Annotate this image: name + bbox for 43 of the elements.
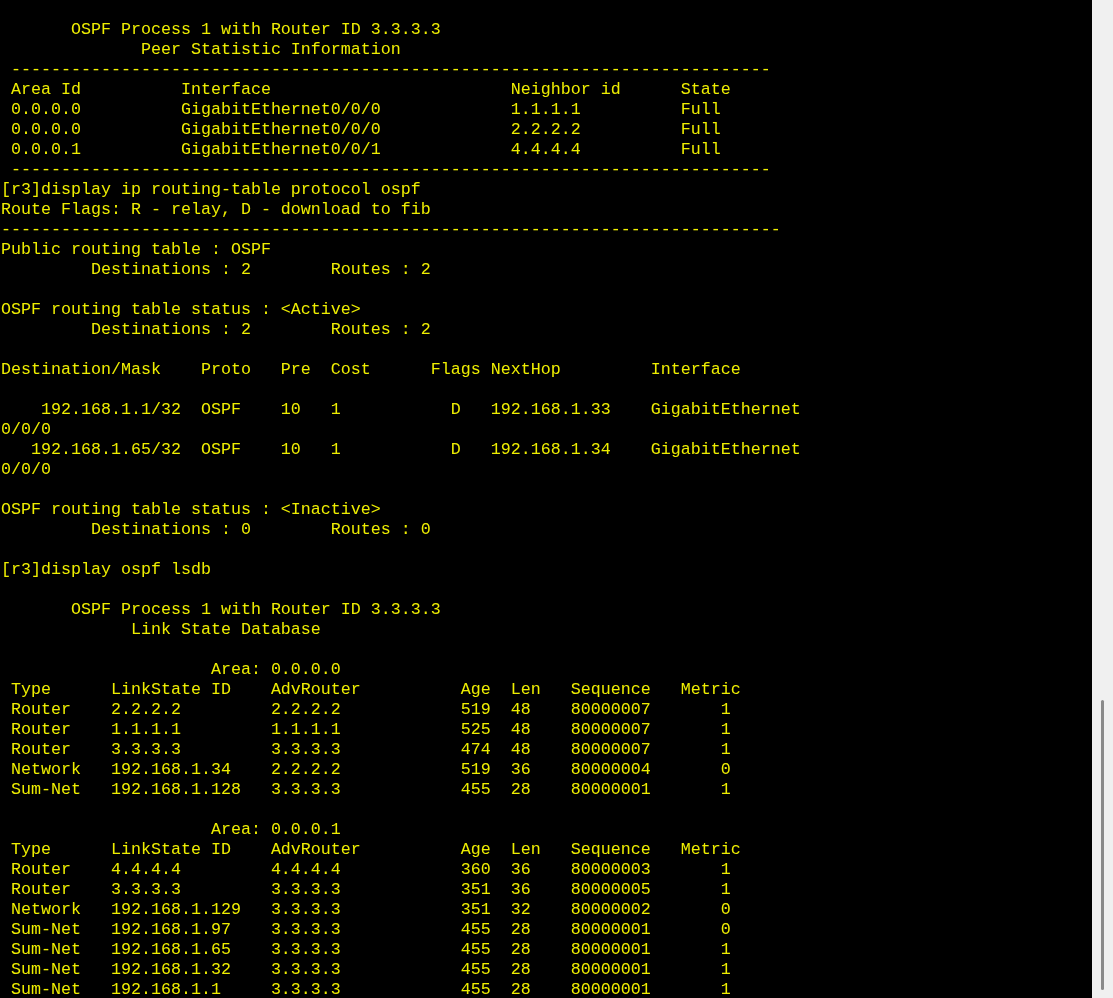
terminal-line: Network 192.168.1.34 2.2.2.2 519 36 80000004 0 bbox=[10, 760, 731, 780]
terminal-line: Destination/Mask Proto Pre Cost Flags NextHop Interface bbox=[1, 360, 741, 380]
terminal-line: Peer Statistic Information bbox=[139, 40, 401, 60]
terminal-line: OSPF routing table status : <Active> bbox=[1, 300, 361, 320]
terminal-line: Sum-Net 192.168.1.1 3.3.3.3 455 28 80000001 1 bbox=[10, 980, 731, 998]
terminal-line: Router 1.1.1.1 1.1.1.1 525 48 80000007 1 bbox=[10, 720, 731, 740]
terminal-line: Sum-Net 192.168.1.65 3.3.3.3 455 28 80000001 1 bbox=[10, 940, 731, 960]
terminal-line: 192.168.1.65/32 OSPF 10 1 D 192.168.1.34 GigabitEthernet bbox=[30, 440, 801, 460]
terminal-line: Router 2.2.2.2 2.2.2.2 519 48 80000007 1 bbox=[10, 700, 731, 720]
terminal-line: Router 3.3.3.3 3.3.3.3 474 48 80000007 1 bbox=[10, 740, 731, 760]
terminal-line: Destinations : 2 Routes : 2 bbox=[89, 260, 431, 280]
terminal-line: [r3]display ospf lsdb bbox=[1, 560, 211, 580]
terminal-line: Public routing table : OSPF bbox=[1, 240, 271, 260]
terminal-line: 0/0/0 bbox=[1, 460, 51, 480]
terminal-line: OSPF routing table status : <Inactive> bbox=[1, 500, 381, 520]
terminal-line: 0/0/0 bbox=[1, 420, 51, 440]
terminal-line: ------------------------------------------------------------------------------ bbox=[1, 220, 781, 240]
terminal-line: Type LinkState ID AdvRouter Age Len Sequence Metric bbox=[10, 840, 741, 860]
terminal-line: Type LinkState ID AdvRouter Age Len Sequence Metric bbox=[10, 680, 741, 700]
terminal-line: Router 4.4.4.4 4.4.4.4 360 36 80000003 1 bbox=[10, 860, 731, 880]
terminal-line: Router 3.3.3.3 3.3.3.3 351 36 80000005 1 bbox=[10, 880, 731, 900]
terminal-line: 0.0.0.0 GigabitEthernet0/0/0 2.2.2.2 Full bbox=[10, 120, 721, 140]
terminal-line: OSPF Process 1 with Router ID 3.3.3.3 bbox=[69, 20, 441, 40]
terminal-line: Destinations : 0 Routes : 0 bbox=[89, 520, 431, 540]
terminal-line: Link State Database bbox=[129, 620, 321, 640]
scrollbar-track[interactable] bbox=[1092, 0, 1113, 998]
terminal-line: Area Id Interface Neighbor id State bbox=[10, 80, 731, 100]
terminal-line: Sum-Net 192.168.1.32 3.3.3.3 455 28 80000001 1 bbox=[10, 960, 731, 980]
terminal-line: Route Flags: R - relay, D - download to fib bbox=[1, 200, 431, 220]
terminal-line: ---------------------------------------------------------------------------- bbox=[10, 160, 771, 180]
terminal-line: 0.0.0.0 GigabitEthernet0/0/0 1.1.1.1 Full bbox=[10, 100, 721, 120]
terminal-line: Network 192.168.1.129 3.3.3.3 351 32 80000002 0 bbox=[10, 900, 731, 920]
terminal-line: ---------------------------------------------------------------------------- bbox=[10, 60, 771, 80]
terminal-line: OSPF Process 1 with Router ID 3.3.3.3 bbox=[69, 600, 441, 620]
terminal-line: Destinations : 2 Routes : 2 bbox=[89, 320, 431, 340]
scrollbar-thumb[interactable] bbox=[1101, 700, 1104, 990]
terminal-line: Area: 0.0.0.1 bbox=[209, 820, 341, 840]
terminal-line: Sum-Net 192.168.1.128 3.3.3.3 455 28 80000001 1 bbox=[10, 780, 731, 800]
terminal-line: Sum-Net 192.168.1.97 3.3.3.3 455 28 80000001 0 bbox=[10, 920, 731, 940]
terminal-line: [r3]display ip routing-table protocol ospf bbox=[1, 180, 421, 200]
terminal-line: Area: 0.0.0.0 bbox=[209, 660, 341, 680]
terminal-line: 192.168.1.1/32 OSPF 10 1 D 192.168.1.33 GigabitEthernet bbox=[39, 400, 801, 420]
terminal-line: 0.0.0.1 GigabitEthernet0/0/1 4.4.4.4 Full bbox=[10, 140, 721, 160]
